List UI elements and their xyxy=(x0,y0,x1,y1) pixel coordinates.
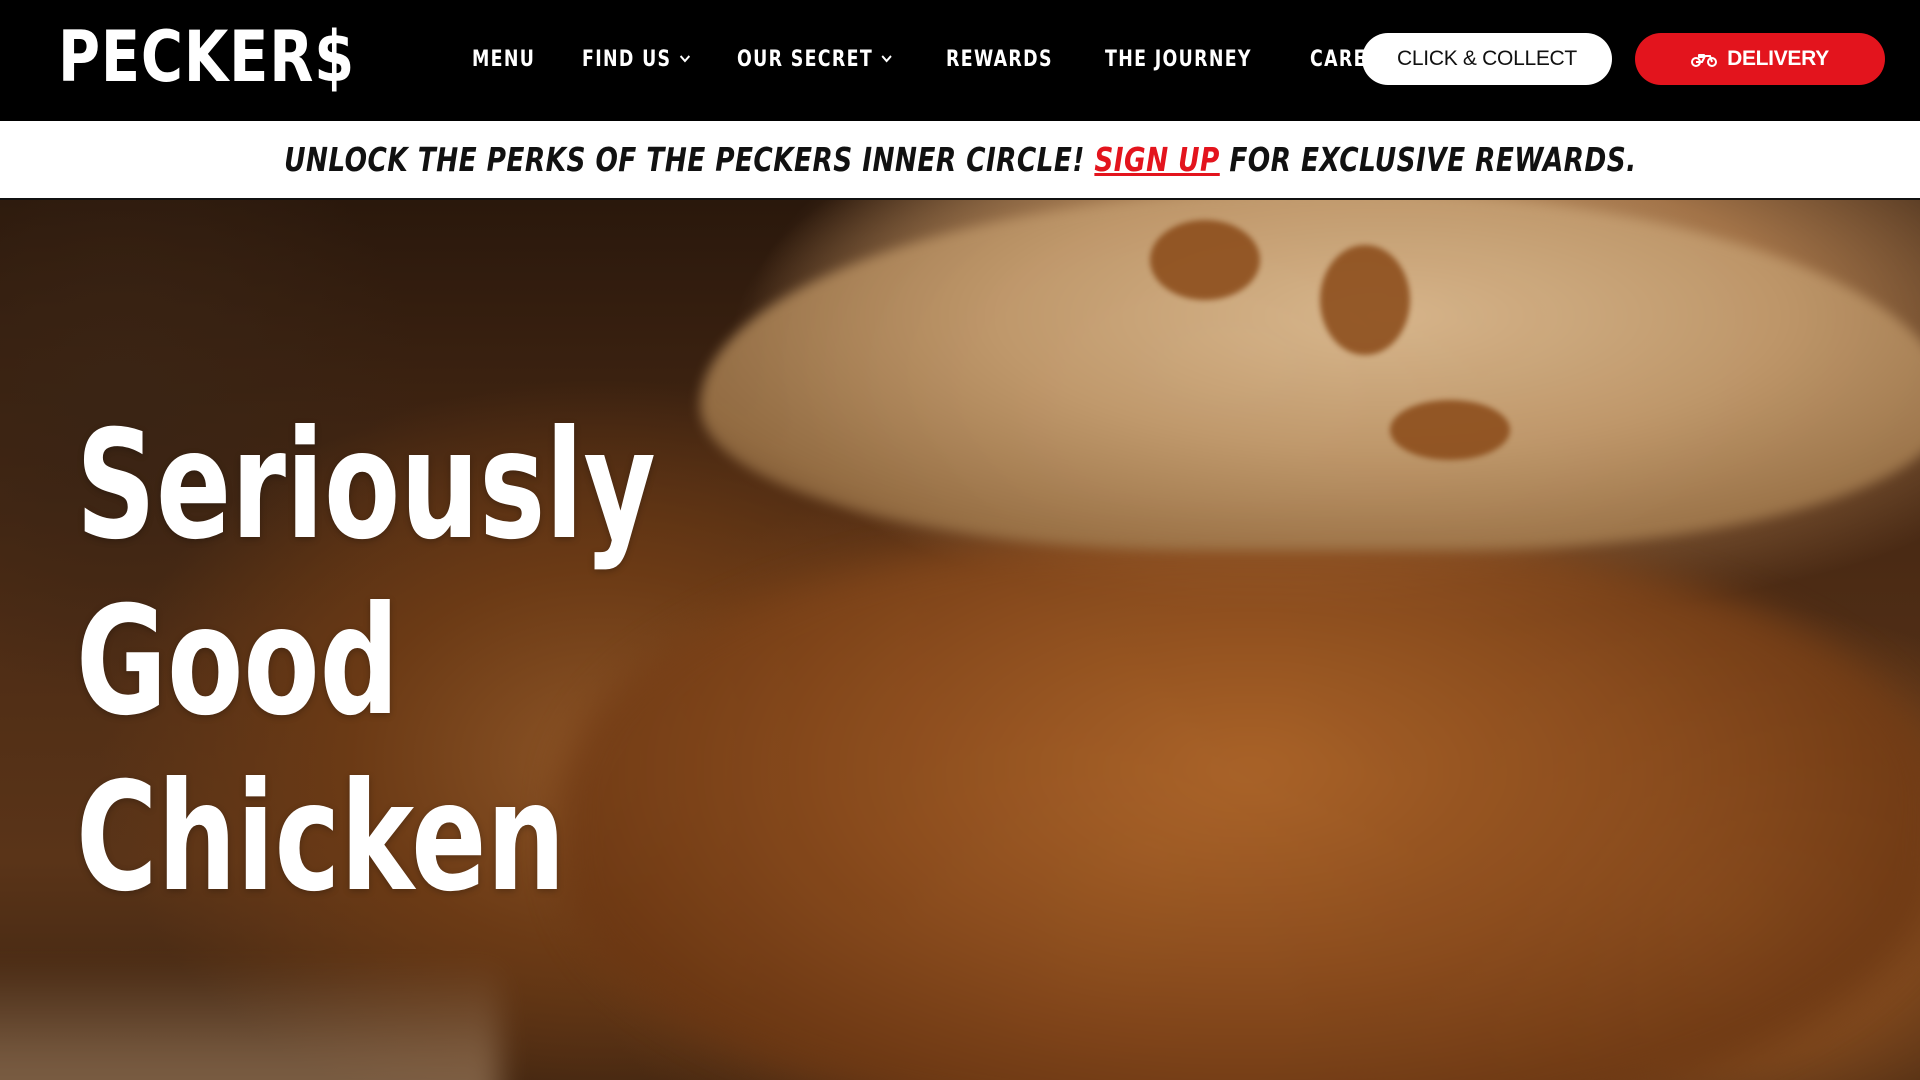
hero-title-line: Seriously xyxy=(76,399,656,573)
hero-image-chicken xyxy=(560,530,1920,1080)
nav-item-label: OUR SECRET xyxy=(737,46,874,72)
nav-item-label: THE JOURNEY xyxy=(1105,46,1253,72)
nav-item-label: FIND US xyxy=(581,46,672,72)
nav-item-rewards[interactable]: REWARDS xyxy=(946,47,1053,72)
main-nav: MENU FIND US OUR SECRET REWARDS THE JOUR… xyxy=(472,36,1422,82)
promo-text-after: FOR EXCLUSIVE REWARDS. xyxy=(1229,140,1637,179)
nav-item-label: MENU xyxy=(472,46,536,72)
promo-banner: UNLOCK THE PERKS OF THE PECKERS INNER CI… xyxy=(0,121,1920,200)
hero-image-plate xyxy=(0,960,500,1080)
nav-item-menu[interactable]: MENU xyxy=(472,47,535,72)
delivery-button[interactable]: DELIVERY xyxy=(1635,33,1885,85)
click-and-collect-button[interactable]: CLICK & COLLECT xyxy=(1362,33,1612,85)
chevron-down-icon xyxy=(881,55,892,63)
site-header: PECKER$ MENU FIND US OUR SECRET REWARDS … xyxy=(0,0,1920,121)
scooter-icon xyxy=(1691,54,1718,67)
hero-title: Seriously Good Chicken xyxy=(76,398,656,926)
chevron-down-icon xyxy=(679,55,690,63)
promo-text-before: UNLOCK THE PERKS OF THE PECKERS INNER CI… xyxy=(283,140,1085,179)
hero-image-sauce xyxy=(1390,400,1510,460)
hero-image-sauce xyxy=(1150,220,1260,300)
delivery-label: DELIVERY xyxy=(1727,47,1829,70)
brand-logo[interactable]: PECKER$ xyxy=(58,18,355,96)
hero-section: Seriously Good Chicken xyxy=(0,200,1920,1080)
hero-title-line: Good xyxy=(76,575,400,749)
nav-item-the-journey[interactable]: THE JOURNEY xyxy=(1105,47,1252,72)
nav-item-find-us[interactable]: FIND US xyxy=(582,47,691,72)
hero-title-line: Chicken xyxy=(76,751,566,925)
hero-image-bun xyxy=(700,200,1920,550)
promo-banner-text: UNLOCK THE PERKS OF THE PECKERS INNER CI… xyxy=(284,140,1637,179)
hero-image-sauce xyxy=(1320,245,1410,355)
sign-up-link[interactable]: SIGN UP xyxy=(1094,140,1219,179)
nav-item-label: REWARDS xyxy=(946,46,1053,72)
click-and-collect-label: CLICK & COLLECT xyxy=(1397,47,1577,70)
nav-item-our-secret[interactable]: OUR SECRET xyxy=(737,47,892,72)
